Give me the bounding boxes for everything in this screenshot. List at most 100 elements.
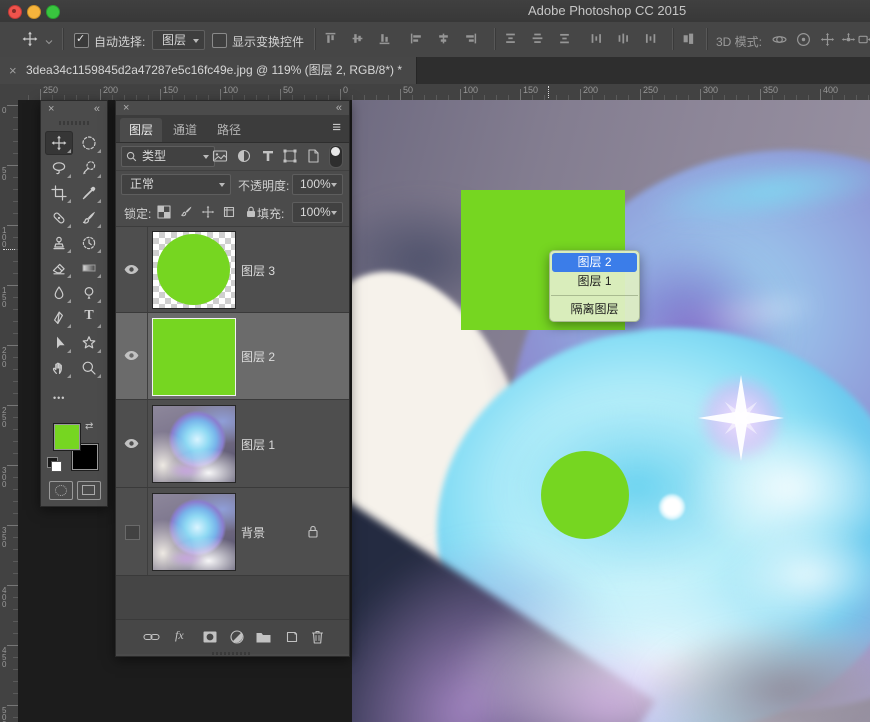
layer-thumbnail[interactable] [152, 405, 236, 483]
zoom-window-button[interactable] [46, 5, 60, 19]
panel-grip[interactable] [59, 121, 89, 125]
auto-select-target-dropdown[interactable]: 图层 [152, 30, 205, 50]
move-tool[interactable] [45, 131, 73, 155]
clone-stamp-tool[interactable] [45, 231, 73, 255]
lock-artboard-icon[interactable] [222, 205, 236, 219]
visibility-cell[interactable] [116, 488, 148, 575]
blend-mode-dropdown[interactable]: 正常 [121, 174, 231, 195]
align-vertical-centers-button[interactable] [351, 32, 365, 46]
tab-paths[interactable]: 路径 [208, 118, 250, 142]
distribute-horizontal-centers-button[interactable] [617, 32, 631, 46]
eye-icon[interactable] [124, 350, 139, 361]
layer-row-background[interactable]: 背景 [116, 488, 349, 576]
filter-type-layers-icon[interactable] [260, 148, 276, 164]
3d-orbit-icon[interactable] [772, 32, 786, 46]
layer-name[interactable]: 图层 1 [241, 436, 275, 453]
marquee-tool[interactable] [75, 131, 103, 155]
panel-menu-icon[interactable]: ≡ [332, 119, 341, 136]
eye-hidden-box[interactable] [125, 525, 140, 540]
layer-row-1[interactable]: 图层 1 [116, 400, 349, 488]
new-adjustment-layer-icon[interactable] [229, 629, 246, 645]
distribute-right-edges-button[interactable] [644, 32, 658, 46]
3d-pan-icon[interactable] [820, 32, 834, 46]
context-menu-item-layer1[interactable]: 图层 1 [552, 272, 637, 291]
eye-icon[interactable] [124, 438, 139, 449]
hand-tool[interactable] [45, 356, 73, 380]
blur-tool[interactable] [45, 281, 73, 305]
eye-icon[interactable] [124, 264, 139, 275]
context-menu-item-layer2[interactable]: 图层 2 [552, 253, 637, 272]
auto-select-checkbox[interactable]: ✓ [74, 33, 89, 48]
ruler-origin-box[interactable] [0, 84, 19, 101]
align-left-edges-button[interactable] [410, 32, 424, 46]
context-menu-item-isolate-layers[interactable]: 隔离图层 [552, 300, 637, 319]
tool-preset-chevron[interactable] [44, 35, 54, 49]
distribute-bottom-edges-button[interactable] [558, 32, 572, 46]
tab-close-icon[interactable]: × [9, 57, 17, 84]
type-tool[interactable]: T [75, 306, 103, 330]
quick-selection-tool[interactable] [75, 156, 103, 180]
filter-adjustment-layers-icon[interactable] [236, 148, 252, 164]
document-canvas[interactable]: 图层 2 图层 1 隔离图层 [352, 100, 870, 722]
link-layers-icon[interactable] [143, 629, 160, 645]
layer-row-2-selected[interactable]: 图层 2 [116, 313, 349, 400]
add-layer-mask-icon[interactable] [202, 629, 219, 645]
vertical-ruler[interactable]: 0 50 100 150 200 250 300 350 400 450 500 [0, 100, 19, 722]
close-window-button[interactable] [8, 5, 22, 19]
history-brush-tool[interactable] [75, 231, 103, 255]
eraser-tool[interactable] [45, 256, 73, 280]
collapse-icon[interactable]: « [336, 102, 342, 114]
align-bottom-edges-button[interactable] [378, 32, 392, 46]
layer-name[interactable]: 图层 3 [241, 262, 275, 279]
layer3-green-circle[interactable] [541, 451, 629, 539]
3d-slide-icon[interactable] [841, 32, 855, 46]
lock-image-pixels-icon[interactable] [179, 205, 193, 219]
auto-align-layers-button[interactable] [682, 32, 696, 46]
zoom-tool[interactable] [75, 356, 103, 380]
quick-mask-button[interactable] [49, 481, 73, 500]
default-colors-icon[interactable] [47, 457, 61, 471]
align-top-edges-button[interactable] [324, 32, 338, 46]
delete-layer-trash-icon[interactable] [310, 629, 327, 645]
new-group-folder-icon[interactable] [255, 629, 272, 645]
layer-name[interactable]: 图层 2 [241, 348, 275, 365]
layer-thumbnail[interactable] [152, 231, 236, 309]
lock-position-icon[interactable] [201, 205, 215, 219]
tab-channels[interactable]: 通道 [164, 118, 206, 142]
swap-colors-icon[interactable]: ⇄ [85, 421, 93, 432]
layer-name[interactable]: 背景 [241, 524, 265, 541]
close-icon[interactable]: × [48, 103, 54, 115]
dodge-tool[interactable] [75, 281, 103, 305]
show-transform-checkbox[interactable] [212, 33, 227, 48]
lock-transparent-pixels-icon[interactable] [157, 205, 171, 219]
distribute-left-edges-button[interactable] [590, 32, 604, 46]
distribute-vertical-centers-button[interactable] [531, 32, 545, 46]
distribute-top-edges-button[interactable] [504, 32, 518, 46]
filter-smart-objects-icon[interactable] [305, 148, 321, 164]
filter-type-dropdown[interactable]: 类型 [121, 146, 215, 167]
crop-tool[interactable] [45, 181, 73, 205]
spot-healing-brush-tool[interactable] [45, 206, 73, 230]
visibility-cell[interactable] [116, 400, 148, 487]
brush-tool[interactable] [75, 206, 103, 230]
layer-style-fx-icon[interactable]: fx [175, 628, 192, 644]
horizontal-ruler[interactable]: 250 200 150 100 50 0 50 100 150 200 250 … [18, 84, 870, 101]
layer-thumbnail[interactable] [152, 318, 236, 396]
edit-toolbar-icon[interactable]: ••• [53, 393, 65, 403]
document-tab[interactable]: × 3dea34c1159845d2a47287e5c16fc49e.jpg @… [0, 57, 417, 84]
tab-layers[interactable]: 图层 [120, 118, 162, 142]
foreground-color-swatch[interactable] [53, 423, 81, 451]
lasso-tool[interactable] [45, 156, 73, 180]
visibility-cell[interactable] [116, 227, 148, 312]
pen-tool[interactable] [45, 306, 73, 330]
collapse-icon[interactable]: « [94, 103, 100, 115]
layer-row-3[interactable]: 图层 3 [116, 227, 349, 313]
custom-shape-tool[interactable] [75, 331, 103, 355]
align-right-edges-button[interactable] [464, 32, 478, 46]
lock-all-icon[interactable] [244, 205, 258, 219]
layer-thumbnail[interactable] [152, 493, 236, 571]
align-horizontal-centers-button[interactable] [437, 32, 451, 46]
path-selection-tool[interactable] [45, 331, 73, 355]
filter-pixel-layers-icon[interactable] [212, 148, 228, 164]
new-layer-icon[interactable] [284, 629, 301, 645]
